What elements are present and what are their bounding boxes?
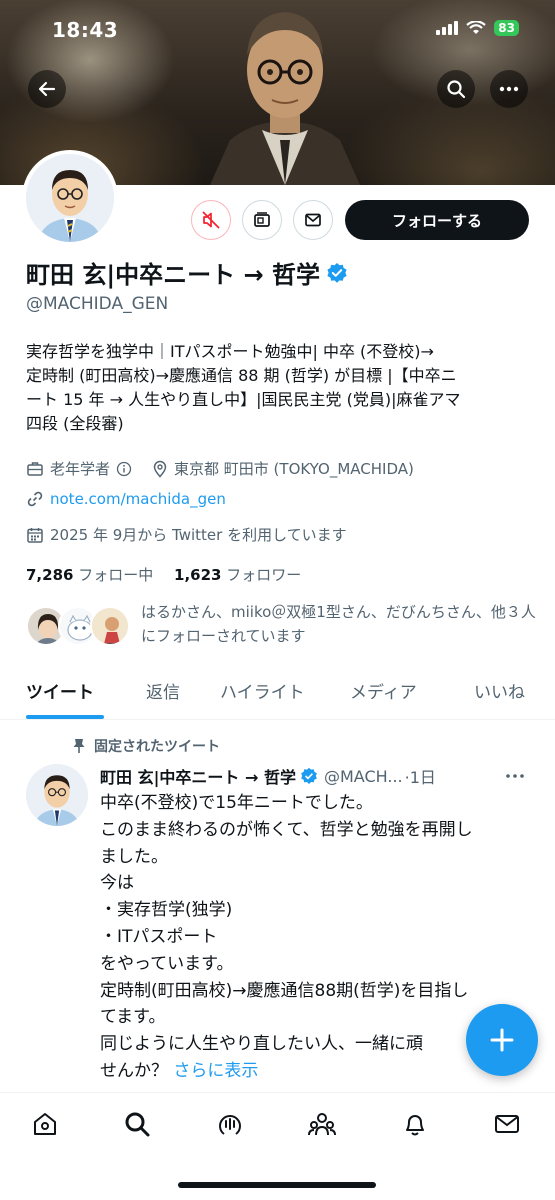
tab-highlights[interactable]: ハイライト	[220, 678, 305, 703]
profile-handle: @MACHIDA_GEN	[26, 294, 169, 314]
nav-messages[interactable]	[492, 1109, 522, 1139]
tab-media[interactable]: メディア	[350, 678, 417, 703]
profile-website-link[interactable]: note.com/machida_gen	[50, 490, 226, 508]
following-label: フォロー中	[78, 566, 154, 584]
status-icons: 83	[436, 20, 519, 36]
active-tab-indicator	[26, 715, 104, 719]
followers-you-know-text: はるかさん、miiko＠双極1型さん、だびんちさん、他３人にフォローされています	[141, 603, 536, 645]
followers-you-know-avatars	[26, 606, 136, 650]
following-count: 7,286	[26, 566, 74, 584]
tweet-line: ・ITパスポート	[100, 926, 218, 947]
status-time: 18:43	[52, 18, 119, 42]
message-button[interactable]	[293, 200, 333, 240]
nav-notifications[interactable]	[400, 1109, 430, 1139]
tweet-line: ました。	[100, 846, 168, 867]
verified-badge-icon[interactable]	[326, 262, 348, 284]
communities-icon	[308, 1113, 336, 1136]
messages-icon	[495, 1115, 519, 1133]
tweet-author-name[interactable]: 町田 玄|中卒ニート → 哲学	[100, 764, 296, 788]
profile-avatar[interactable]	[22, 150, 118, 246]
tweet-timestamp[interactable]: ·1日	[405, 764, 436, 788]
profile-meta-row: 老年学者 東京都 町田市 (TOKYO_MACHIDA)	[26, 458, 414, 479]
profile-bio: 実存哲学を独学中｜ITパスポート勉強中| 中卒 (不登校)→ 定時制 (町田高校…	[26, 340, 536, 436]
profile-joined-row: 2025 年 9月から Twitter を利用しています	[26, 524, 347, 545]
back-button[interactable]	[28, 70, 66, 108]
tab-replies[interactable]: 返信	[146, 678, 180, 703]
nav-spaces[interactable]	[215, 1109, 245, 1139]
bio-line: 実存哲学を独学中｜ITパスポート勉強中| 中卒 (不登校)→	[26, 342, 434, 361]
tweet-line: 定時制(町田高校)→慶應通信88期(哲学)を目指し	[100, 980, 469, 1001]
followers-label: フォロワー	[226, 566, 302, 584]
subscribe-button[interactable]	[242, 200, 282, 240]
follow-button[interactable]: フォローする	[345, 200, 529, 240]
tweet-line: 今は	[100, 873, 134, 894]
profile-location: 東京都 町田市 (TOKYO_MACHIDA)	[174, 460, 414, 478]
avatar-illustration	[26, 764, 88, 826]
spaces-icon	[219, 1115, 241, 1135]
briefcase-icon	[26, 460, 44, 478]
followers-count-link[interactable]: 1,623 フォロワー	[174, 566, 301, 584]
profile-display-name: 町田 玄|中卒ニート → 哲学	[26, 261, 320, 289]
battery-indicator: 83	[494, 20, 519, 36]
info-icon[interactable]	[116, 461, 132, 477]
tweet-author-avatar[interactable]	[26, 764, 88, 826]
tweet-more-button[interactable]	[505, 764, 529, 784]
tweet-author-handle: @MACH...	[323, 766, 403, 786]
tweet-header: 町田 玄|中卒ニート → 哲学 @MACH... ·1日	[100, 764, 530, 788]
plus-icon	[490, 1028, 514, 1052]
link-icon	[26, 490, 44, 508]
tweet-line: をやっています。	[100, 953, 234, 974]
tab-tweets[interactable]: ツイート	[26, 678, 94, 703]
nav-communities[interactable]	[307, 1109, 337, 1139]
calendar-icon	[26, 526, 44, 544]
pinned-tweet-label: 固定されたツイート	[94, 739, 220, 755]
wifi-icon	[466, 21, 487, 34]
speaker-muted-icon	[202, 211, 220, 229]
nav-search[interactable]	[122, 1109, 152, 1139]
location-pin-icon	[152, 460, 168, 478]
newsletter-icon	[254, 212, 270, 227]
home-icon	[34, 1113, 56, 1135]
search-icon	[125, 1112, 150, 1137]
tweet-line: せんか？	[100, 1060, 168, 1081]
follower-avatar	[90, 606, 130, 646]
show-more-link[interactable]: さらに表示	[173, 1061, 258, 1081]
following-count-link[interactable]: 7,286 フォロー中	[26, 566, 153, 584]
cellular-signal-icon	[436, 21, 459, 35]
profile-joined-date: 2025 年 9月から Twitter を利用しています	[50, 526, 347, 544]
tweet-line: 中卒(不登校)で15年ニートでした。	[100, 793, 373, 813]
mute-toggle-button[interactable]	[191, 200, 231, 240]
tab-likes[interactable]: いいね	[474, 678, 525, 703]
profile-tabs: ツイート 返信 ハイライト メディア いいね	[0, 668, 555, 720]
arrow-left-icon	[38, 81, 56, 97]
home-indicator	[178, 1182, 376, 1188]
bio-line: 定時制 (町田高校)→慶應通信 88 期 (哲学) が目標 |【中卒ニ	[26, 366, 457, 385]
follow-counts: 7,286 フォロー中 1,623 フォロワー	[26, 564, 301, 585]
verified-badge-icon	[301, 767, 317, 785]
bio-line: ート 15 年 → 人生やり直し中】|国民民主党 (党員)|麻雀アマ	[26, 390, 461, 409]
more-horizontal-icon	[499, 86, 519, 92]
mail-icon	[305, 213, 321, 227]
pin-icon	[73, 739, 85, 753]
search-icon	[447, 80, 466, 99]
status-bar: 18:43 83	[0, 0, 555, 60]
followers-you-know[interactable]: はるかさん、miiko＠双極1型さん、だびんちさん、他３人にフォローされています	[26, 600, 536, 656]
profile-category: 老年学者	[50, 460, 111, 478]
search-button[interactable]	[437, 70, 475, 108]
profile-website-row: note.com/machida_gen	[26, 490, 226, 508]
nav-home[interactable]	[30, 1109, 60, 1139]
more-horizontal-icon	[506, 774, 524, 778]
notifications-icon	[406, 1115, 424, 1136]
profile-name-row: 町田 玄|中卒ニート → 哲学	[26, 255, 348, 290]
pinned-tweet-label-row: 固定されたツイート	[72, 736, 220, 756]
tweet-line: ・実存哲学(独学)	[100, 900, 233, 921]
more-button[interactable]	[490, 70, 528, 108]
avatar-illustration	[26, 154, 114, 242]
compose-tweet-button[interactable]	[466, 1004, 538, 1076]
bio-line: 四段 (全段審)	[26, 414, 124, 433]
followers-count: 1,623	[174, 566, 222, 584]
tweet-line: このまま終わるのが怖くて、哲学と勉強を再開し	[100, 819, 473, 840]
